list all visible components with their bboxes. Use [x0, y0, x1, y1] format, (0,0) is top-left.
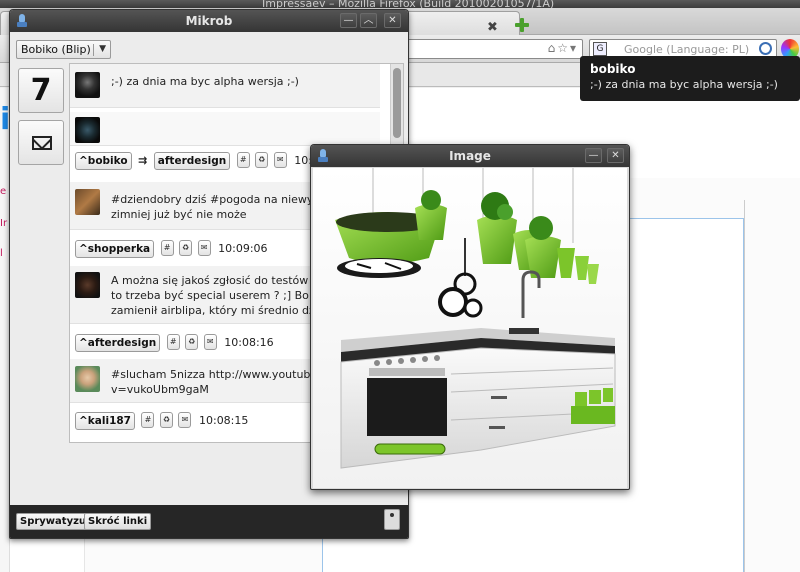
mikrob-title: Mikrob — [185, 14, 233, 28]
author-link[interactable]: ^afterdesign — [75, 334, 161, 352]
avatar[interactable] — [75, 366, 100, 392]
app-icon — [16, 14, 28, 28]
post-body: ;-) za dnia ma byc alpha wersja ;-) — [70, 64, 380, 108]
envelope-icon — [32, 136, 52, 150]
quote-icon[interactable]: ♻ — [159, 412, 173, 428]
chevron-down-icon: ▼ — [99, 44, 106, 54]
hashtag-icon[interactable]: # — [236, 152, 250, 168]
minimize-button[interactable]: — — [340, 13, 357, 28]
directed-arrow: ⇉ — [138, 154, 148, 167]
unread-count: 7 — [30, 73, 52, 108]
search-engine-icon[interactable]: G — [593, 42, 607, 56]
account-select-value: Bobiko (Blip) — [21, 43, 91, 56]
kitchen-illustration — [313, 168, 627, 488]
private-button[interactable]: Sprywatyzuj — [16, 513, 94, 530]
page-fragment: e — [0, 186, 7, 197]
url-bar-icons: ⌂☆▾ — [547, 41, 578, 55]
unread-count-button[interactable]: 7 — [18, 68, 64, 113]
tab-close-icon[interactable]: ✖ — [487, 20, 498, 35]
tooltip-title: bobiko — [590, 62, 636, 76]
minimize-button[interactable]: — — [585, 148, 602, 163]
quote-icon[interactable]: ♻ — [179, 240, 193, 256]
new-tab-plus-icon[interactable] — [514, 17, 530, 33]
message-icon[interactable]: ✉ — [178, 412, 192, 428]
image-window: Image — ✕ — [310, 144, 630, 490]
avatar[interactable] — [75, 189, 100, 215]
quote-icon[interactable]: ♻ — [255, 152, 269, 168]
firefox-title: Impressaev – Mozilla Firefox (Build 2010… — [262, 0, 555, 8]
avatar[interactable] — [75, 72, 100, 98]
author-link[interactable]: ^bobiko — [75, 152, 132, 170]
message-icon[interactable]: ✉ — [203, 334, 217, 350]
scrollbar-thumb[interactable] — [393, 68, 401, 138]
post-time: 10:08:16 — [224, 336, 274, 349]
kitchen-photo — [313, 168, 627, 488]
mikrob-title-bar[interactable]: Mikrob — ︿ ✕ — [10, 10, 408, 32]
app-icon — [317, 149, 329, 163]
message-icon[interactable]: ✉ — [273, 152, 287, 168]
post-meta: ^shopperka # ♻ ✉ 10:09:06 — [75, 240, 268, 259]
image-title-bar[interactable]: Image — ✕ — [311, 145, 629, 167]
author-link[interactable]: ^shopperka — [75, 240, 155, 258]
avatar[interactable] — [75, 272, 100, 298]
attach-icon[interactable] — [384, 509, 400, 530]
firefox-title-bar: Impressaev – Mozilla Firefox (Build 2010… — [0, 0, 800, 8]
search-icon[interactable] — [759, 42, 772, 55]
tooltip-text: ;-) za dnia ma byc alpha wersja ;-) — [590, 78, 778, 91]
shorten-links-button[interactable]: Skróć linki — [84, 513, 152, 530]
maximize-button[interactable]: ︿ — [360, 13, 377, 28]
messages-button[interactable] — [18, 120, 64, 165]
post-meta: ^kali187 # ♻ ✉ 10:08:15 — [75, 412, 248, 431]
post-body — [70, 112, 380, 146]
avatar[interactable] — [75, 117, 100, 143]
select-separator — [93, 44, 94, 56]
post-time: 10:08:15 — [198, 414, 249, 427]
image-title: Image — [449, 149, 491, 163]
post-meta: ^bobiko ⇉ afterdesign # ♻ ✉ 10:09:56 — [75, 152, 344, 171]
search-input[interactable]: Google (Language: PL) — [624, 43, 749, 56]
page-right-column — [744, 200, 768, 572]
hashtag-icon[interactable]: # — [141, 412, 155, 428]
post-time: 10:09:06 — [218, 242, 268, 255]
page-fragment: Ir — [0, 218, 8, 229]
notification-tooltip: bobiko ;-) za dnia ma byc alpha wersja ;… — [580, 56, 800, 101]
post-meta: ^afterdesign # ♻ ✉ 10:08:16 — [75, 334, 274, 353]
recipient-link[interactable]: afterdesign — [153, 152, 231, 170]
close-button[interactable]: ✕ — [384, 13, 401, 28]
url-bar[interactable]: ⌂☆▾ — [400, 39, 583, 59]
mikrob-footer: Sprywatyzuj Skróć linki — [10, 505, 408, 538]
close-button[interactable]: ✕ — [607, 148, 624, 163]
author-link[interactable]: ^kali187 — [75, 412, 135, 430]
hashtag-icon[interactable]: # — [160, 240, 174, 256]
message-icon[interactable]: ✉ — [197, 240, 211, 256]
hashtag-icon[interactable]: # — [166, 334, 180, 350]
post-text: ;-) za dnia ma byc alpha wersja ;-) — [111, 75, 299, 88]
quote-icon[interactable]: ♻ — [185, 334, 199, 350]
page-fragment: l — [0, 248, 3, 259]
account-select[interactable]: Bobiko (Blip) ▼ — [16, 40, 111, 59]
